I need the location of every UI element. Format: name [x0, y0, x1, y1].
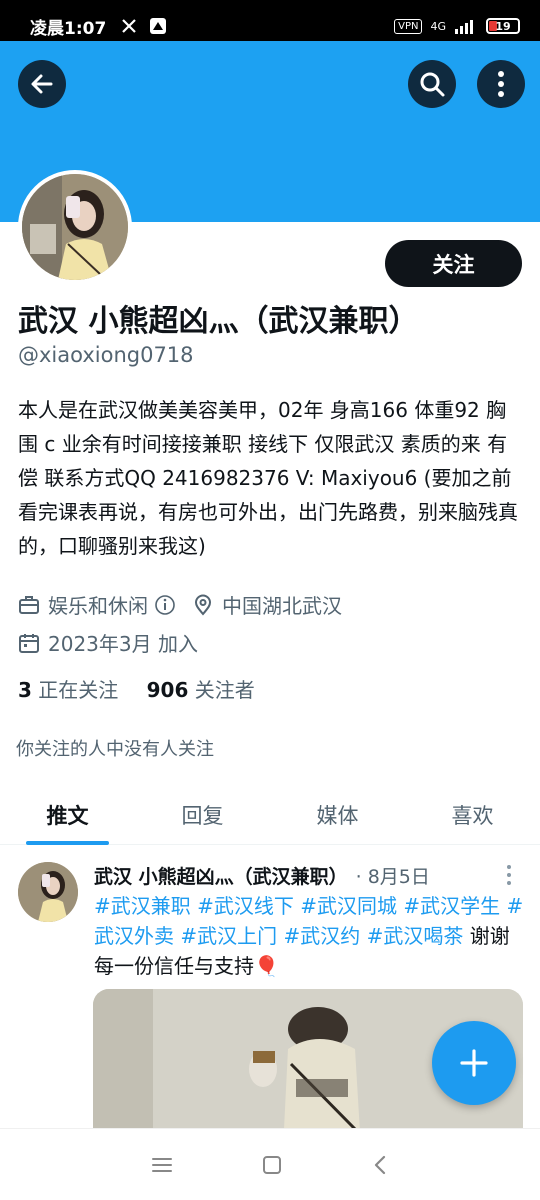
hashtag-link[interactable]: #武汉同城	[300, 894, 397, 918]
plus-icon	[460, 1049, 488, 1077]
following-link[interactable]: 3 正在关注	[18, 678, 118, 702]
profile-joined: 2023年3月 加入	[48, 632, 198, 656]
network-type: 4G	[430, 19, 446, 33]
followers-label: 关注者	[194, 678, 255, 702]
profile-display-name: 武汉 小熊超凶灬（武汉兼职）	[18, 304, 419, 339]
followers-count: 906	[146, 678, 189, 702]
app-notification-icon	[150, 18, 167, 34]
hashtag-link[interactable]: #武汉兼职	[94, 894, 191, 918]
hashtag-link[interactable]: #武汉喝茶	[367, 924, 464, 948]
tweet-author[interactable]: 武汉 小熊超凶灬（武汉兼职）	[94, 862, 348, 889]
followers-you-know: 你关注的人中没有人关注	[16, 739, 214, 760]
battery-icon: 19	[486, 18, 520, 34]
battery-level: 19	[495, 19, 511, 33]
calendar-icon	[19, 633, 39, 653]
briefcase-icon	[19, 595, 39, 614]
system-nav-bar	[0, 1128, 540, 1200]
profile-category: 娱乐和休闲	[48, 594, 148, 618]
tab-media[interactable]: 媒体	[270, 785, 405, 844]
profile-joined-row: 2023年3月 加入	[18, 628, 198, 657]
profile-handle: @xiaoxiong0718	[18, 343, 194, 367]
followers-link[interactable]: 906 关注者	[147, 678, 255, 702]
tab-likes[interactable]: 喜欢	[405, 785, 540, 844]
following-label: 正在关注	[38, 678, 119, 702]
compose-tweet-button[interactable]	[432, 1021, 516, 1105]
tweet-text: #武汉兼职 #武汉线下 #武汉同城 #武汉学生 #武汉外卖 #武汉上门 #武汉约…	[94, 891, 524, 981]
search-icon	[420, 72, 445, 97]
following-count: 3	[18, 678, 32, 702]
x-logo-icon	[122, 19, 137, 33]
info-icon[interactable]	[154, 594, 176, 616]
tweet-date: · 8月5日	[355, 866, 430, 888]
profile-location: 中国湖北武汉	[222, 594, 342, 618]
arrow-left-icon	[31, 74, 53, 94]
profile-meta: 娱乐和休闲 中国湖北武汉	[18, 590, 342, 619]
vpn-badge: VPN	[394, 18, 423, 34]
hashtag-link[interactable]: #武汉线下	[197, 894, 294, 918]
hashtag-link[interactable]: #武汉约	[283, 924, 360, 948]
menu-icon[interactable]	[151, 1155, 173, 1175]
profile-avatar[interactable]	[18, 170, 132, 284]
hashtag-link[interactable]: #武汉上门	[180, 924, 277, 948]
status-time: 凌晨1:07	[30, 18, 107, 39]
tab-replies[interactable]: 回复	[135, 785, 270, 844]
tweet-more-icon[interactable]	[504, 864, 514, 886]
home-square-icon[interactable]	[261, 1154, 283, 1176]
follow-button[interactable]: 关注	[385, 240, 522, 287]
hashtag-link[interactable]: #武汉学生	[403, 894, 500, 918]
back-chevron-icon[interactable]	[371, 1154, 389, 1176]
more-options-button[interactable]	[477, 60, 525, 108]
profile-bio: 本人是在武汉做美美容美甲，02年 身高166 体重92 胸围 c 业余有时间接接…	[18, 398, 518, 558]
profile-tabs: 推文 回复 媒体 喜欢	[0, 785, 540, 845]
search-button[interactable]	[408, 60, 456, 108]
tweet-avatar[interactable]	[18, 862, 78, 922]
signal-icon	[455, 20, 473, 34]
tab-tweets[interactable]: 推文	[0, 785, 135, 845]
location-pin-icon	[194, 594, 212, 616]
follow-counts: 3 正在关注 906 关注者	[18, 674, 255, 703]
more-vertical-icon	[498, 71, 504, 97]
back-button[interactable]	[18, 60, 66, 108]
